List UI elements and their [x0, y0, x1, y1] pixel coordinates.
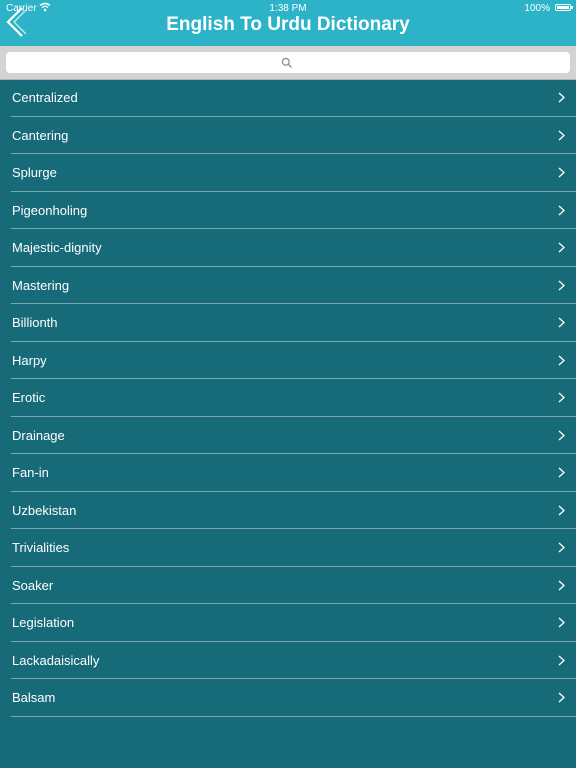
word-label: Lackadaisically — [12, 652, 100, 668]
list-item[interactable]: Drainage — [0, 417, 576, 455]
battery-icon — [555, 4, 573, 11]
word-label: Billionth — [12, 315, 58, 330]
chevron-right-icon — [558, 430, 565, 440]
word-label: Centralized — [12, 90, 78, 105]
chevron-right-icon — [558, 205, 565, 215]
list-item[interactable]: Lackadaisically — [0, 642, 576, 680]
chevron-right-icon — [558, 467, 565, 478]
list-item[interactable]: Balsam — [0, 679, 576, 717]
word-list: Centralized Cantering Splurge Pigeonholi… — [0, 79, 576, 717]
chevron-right-icon — [558, 92, 565, 103]
list-item[interactable]: Pigeonholing — [0, 192, 576, 230]
chevron-right-icon — [558, 355, 565, 365]
chevron-right-icon — [558, 392, 565, 403]
chevron-right-icon — [558, 580, 565, 590]
word-label: Balsam — [12, 690, 56, 705]
search-icon — [281, 56, 293, 74]
chevron-right-icon — [558, 505, 565, 515]
word-label: Erotic — [12, 390, 46, 405]
list-item[interactable]: Cantering — [0, 117, 576, 155]
word-label: Pigeonholing — [12, 202, 88, 218]
word-label: Uzbekistan — [12, 502, 77, 518]
page-title: English To Urdu Dictionary — [166, 14, 410, 35]
chevron-right-icon — [558, 655, 565, 665]
status-time: 1:38 PM — [269, 3, 307, 14]
chevron-right-icon — [558, 542, 565, 553]
word-label: Harpy — [12, 352, 47, 368]
word-label: Trivialities — [12, 540, 70, 555]
word-label: Legislation — [12, 615, 75, 630]
chevron-right-icon — [558, 167, 565, 178]
navigation-bar: English To Urdu Dictionary — [0, 7, 576, 46]
list-item[interactable]: Soaker — [0, 567, 576, 605]
list-item[interactable]: Uzbekistan — [0, 492, 576, 530]
battery-percent: 100% — [524, 3, 550, 14]
list-item[interactable]: Centralized — [0, 79, 576, 117]
chevron-right-icon — [558, 692, 565, 703]
list-item[interactable]: Splurge — [0, 154, 576, 192]
chevron-right-icon — [558, 242, 565, 253]
word-label: Drainage — [12, 427, 65, 443]
word-label: Majestic-dignity — [12, 240, 102, 255]
chevron-right-icon — [558, 617, 565, 628]
list-item[interactable]: Mastering — [0, 267, 576, 305]
list-item[interactable]: Erotic — [0, 379, 576, 417]
list-item[interactable]: Trivialities — [0, 529, 576, 567]
chevron-right-icon — [558, 280, 565, 290]
list-item[interactable]: Legislation — [0, 604, 576, 642]
chevron-right-icon — [558, 130, 565, 140]
search-bar — [0, 46, 576, 80]
chevron-right-icon — [558, 317, 565, 328]
word-label: Cantering — [12, 127, 69, 143]
word-label: Mastering — [12, 277, 70, 293]
list-item[interactable]: Fan-in — [0, 454, 576, 492]
word-label: Soaker — [12, 577, 54, 593]
list-item[interactable]: Harpy — [0, 342, 576, 380]
list-item[interactable]: Billionth — [0, 304, 576, 342]
list-item[interactable]: Majestic-dignity — [0, 229, 576, 267]
word-label: Splurge — [12, 165, 57, 180]
word-label: Fan-in — [12, 465, 49, 480]
